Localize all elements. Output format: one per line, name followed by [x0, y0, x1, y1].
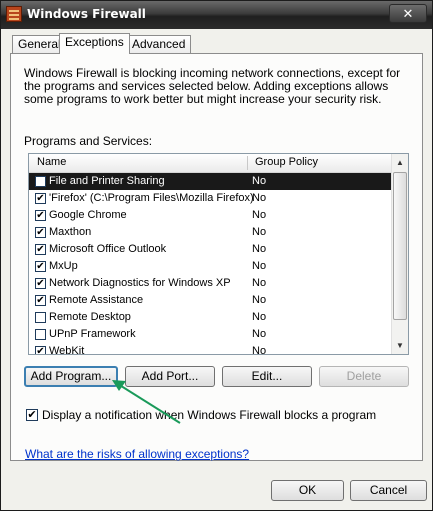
list-item[interactable]: ✔ Remote Assistance No — [29, 292, 391, 309]
exception-checkbox[interactable]: ✔ — [35, 261, 46, 272]
close-button[interactable]: ✕ — [389, 4, 427, 23]
program-name: Google Chrome — [49, 209, 127, 221]
list-rows: File and Printer Sharing No ✔ 'Firefox' (C:… — [29, 173, 391, 355]
group-policy-value: No — [252, 260, 267, 272]
title-bar[interactable]: Windows Firewall ✕ — [1, 1, 432, 29]
firewall-dialog: Windows Firewall ✕ General Exceptions Ad… — [0, 0, 433, 511]
firewall-icon — [6, 6, 22, 22]
tab-exceptions[interactable]: Exceptions — [59, 33, 130, 54]
tab-advanced[interactable]: Advanced — [126, 35, 192, 53]
exception-checkbox[interactable]: ✔ — [35, 193, 46, 204]
exception-checkbox[interactable]: ✔ — [35, 346, 46, 354]
column-name[interactable]: Name — [37, 156, 66, 168]
program-name: Maxthon — [49, 226, 92, 238]
column-divider[interactable] — [247, 156, 248, 170]
list-item[interactable]: File and Printer Sharing No — [29, 173, 391, 190]
program-name: Network Diagnostics for Windows XP — [49, 277, 231, 289]
scroll-down-arrow-icon[interactable]: ▼ — [393, 338, 407, 353]
exception-checkbox[interactable] — [35, 312, 46, 323]
exception-checkbox[interactable]: ✔ — [35, 210, 46, 221]
description-text: Windows Firewall is blocking incoming ne… — [24, 66, 401, 106]
exception-checkbox[interactable]: ✔ — [35, 278, 46, 289]
window-title: Windows Firewall — [27, 7, 146, 21]
list-item[interactable]: UPnP Framework No — [29, 326, 391, 343]
program-name: File and Printer Sharing — [49, 175, 165, 187]
list-item[interactable]: ✔ Google Chrome No — [29, 207, 391, 224]
add-port-button[interactable]: Add Port... — [125, 366, 215, 387]
delete-button[interactable]: Delete — [319, 366, 409, 387]
exception-checkbox[interactable] — [35, 176, 46, 187]
edit-button[interactable]: Edit... — [222, 366, 312, 387]
program-name: Remote Assistance — [49, 294, 144, 306]
program-name: 'Firefox' (C:\Program Files\Mozilla Fire… — [49, 192, 254, 204]
add-program-button[interactable]: Add Program... — [24, 366, 118, 387]
list-item[interactable]: ✔ MxUp No — [29, 258, 391, 275]
group-policy-value: No — [252, 192, 267, 204]
risks-help-link[interactable]: What are the risks of allowing exception… — [25, 447, 249, 461]
notification-label[interactable]: Display a notification when Windows Fire… — [42, 408, 376, 422]
group-policy-value: No — [252, 209, 267, 221]
column-group-policy[interactable]: Group Policy — [255, 156, 318, 168]
group-policy-value: No — [252, 311, 267, 323]
group-policy-value: No — [252, 243, 267, 255]
exception-checkbox[interactable]: ✔ — [35, 227, 46, 238]
program-name: UPnP Framework — [49, 328, 136, 340]
exception-checkbox[interactable]: ✔ — [35, 244, 46, 255]
list-header: Name Group Policy — [29, 154, 391, 173]
list-item[interactable]: ✔ Network Diagnostics for Windows XP No — [29, 275, 391, 292]
program-name: MxUp — [49, 260, 78, 272]
exception-checkbox[interactable]: ✔ — [35, 295, 46, 306]
group-policy-value: No — [252, 175, 267, 187]
program-name: WebKit — [49, 345, 85, 355]
ok-button[interactable]: OK — [271, 480, 344, 501]
group-policy-value: No — [252, 277, 267, 289]
list-item[interactable]: ✔ Microsoft Office Outlook No — [29, 241, 391, 258]
list-item[interactable]: ✔ Maxthon No — [29, 224, 391, 241]
program-name: Remote Desktop — [49, 311, 131, 323]
scroll-thumb[interactable] — [393, 172, 407, 320]
list-item[interactable]: Remote Desktop No — [29, 309, 391, 326]
cancel-button[interactable]: Cancel — [350, 480, 427, 501]
programs-listview[interactable]: Name Group Policy File and Printer Shari… — [28, 153, 409, 355]
group-policy-value: No — [252, 345, 267, 355]
notification-checkbox[interactable]: ✔ — [26, 409, 38, 421]
group-policy-value: No — [252, 328, 267, 340]
list-item[interactable]: ✔ WebKit No — [29, 343, 391, 355]
group-policy-value: No — [252, 294, 267, 306]
list-scrollbar[interactable]: ▲ ▼ — [391, 154, 408, 354]
programs-label: Programs and Services: — [24, 134, 153, 148]
group-policy-value: No — [252, 226, 267, 238]
scroll-up-arrow-icon[interactable]: ▲ — [393, 155, 407, 170]
program-name: Microsoft Office Outlook — [49, 243, 167, 255]
list-item[interactable]: ✔ 'Firefox' (C:\Program Files\Mozilla Fir… — [29, 190, 391, 207]
exception-checkbox[interactable] — [35, 329, 46, 340]
